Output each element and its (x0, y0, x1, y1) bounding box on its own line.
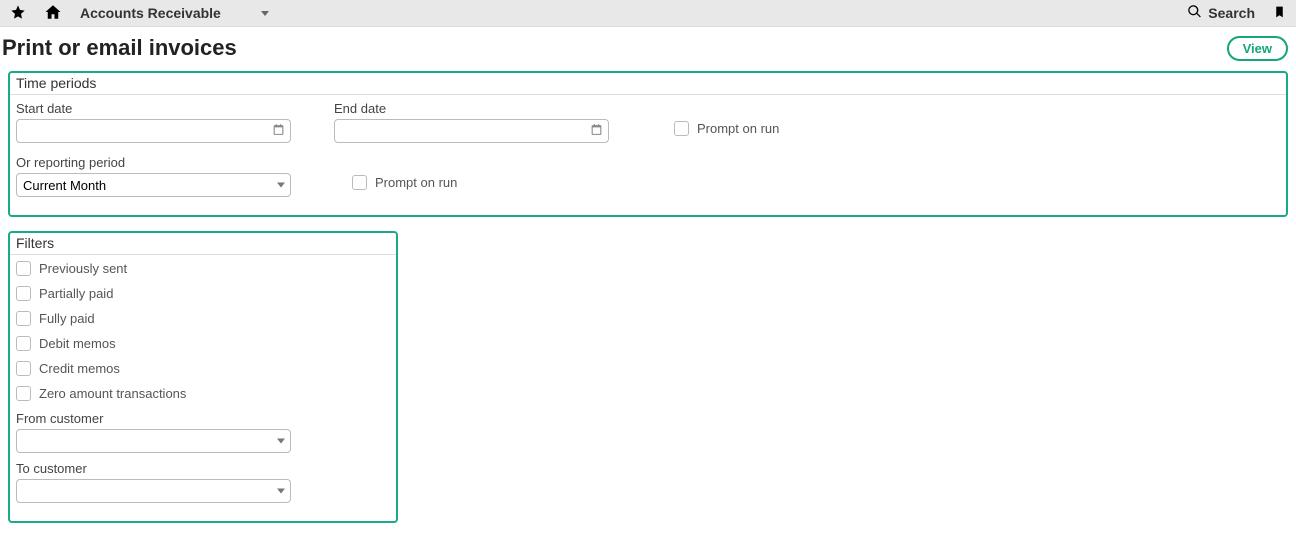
prompt-on-run-2: Prompt on run (352, 175, 457, 190)
page-header: Print or email invoices View (0, 27, 1296, 69)
filter-partially-paid-checkbox[interactable] (16, 286, 31, 301)
module-dropdown[interactable]: Accounts Receivable (80, 5, 269, 21)
bookmark-icon[interactable] (1273, 4, 1286, 23)
start-date-field: Start date (16, 101, 296, 143)
chevron-down-icon (261, 11, 269, 16)
module-label: Accounts Receivable (80, 5, 221, 21)
time-periods-panel: Time periods Start date End date (8, 71, 1288, 217)
to-customer-field: To customer (16, 461, 296, 503)
filter-label: Debit memos (39, 336, 116, 351)
filter-debit-memos-checkbox[interactable] (16, 336, 31, 351)
filters-panel: Filters Previously sent Partially paid F… (8, 231, 398, 523)
filter-label: Credit memos (39, 361, 120, 376)
from-customer-select[interactable] (16, 429, 291, 453)
view-button[interactable]: View (1227, 36, 1288, 61)
filter-previously-sent: Previously sent (16, 261, 390, 276)
to-customer-select[interactable] (16, 479, 291, 503)
star-icon[interactable] (10, 4, 26, 23)
page-title: Print or email invoices (2, 35, 237, 61)
time-periods-title: Time periods (10, 73, 1286, 95)
topbar-left: Accounts Receivable (10, 3, 269, 24)
filter-fully-paid: Fully paid (16, 311, 390, 326)
search-button[interactable]: Search (1187, 4, 1255, 22)
start-date-label: Start date (16, 101, 296, 116)
filter-partially-paid: Partially paid (16, 286, 390, 301)
filter-previously-sent-checkbox[interactable] (16, 261, 31, 276)
prompt-on-run-2-checkbox[interactable] (352, 175, 367, 190)
search-label: Search (1208, 5, 1255, 21)
prompt-on-run-1: Prompt on run (674, 121, 779, 136)
reporting-period-select[interactable] (16, 173, 291, 197)
filter-credit-memos: Credit memos (16, 361, 390, 376)
end-date-field: End date (334, 101, 614, 143)
home-icon[interactable] (44, 3, 62, 24)
end-date-label: End date (334, 101, 614, 116)
prompt-on-run-2-label: Prompt on run (375, 175, 457, 190)
to-customer-label: To customer (16, 461, 296, 476)
filter-label: Fully paid (39, 311, 95, 326)
start-date-input[interactable] (16, 119, 291, 143)
end-date-input[interactable] (334, 119, 609, 143)
filter-zero-amount: Zero amount transactions (16, 386, 390, 401)
filter-label: Partially paid (39, 286, 113, 301)
search-icon (1187, 4, 1202, 22)
from-customer-label: From customer (16, 411, 296, 426)
filter-label: Previously sent (39, 261, 127, 276)
reporting-period-label: Or reporting period (16, 155, 296, 170)
reporting-period-field: Or reporting period (16, 155, 296, 197)
filter-credit-memos-checkbox[interactable] (16, 361, 31, 376)
topbar-right: Search (1187, 4, 1286, 23)
filter-debit-memos: Debit memos (16, 336, 390, 351)
filters-title: Filters (10, 233, 396, 255)
prompt-on-run-1-checkbox[interactable] (674, 121, 689, 136)
topbar: Accounts Receivable Search (0, 0, 1296, 27)
filter-zero-amount-checkbox[interactable] (16, 386, 31, 401)
filter-label: Zero amount transactions (39, 386, 186, 401)
prompt-on-run-1-label: Prompt on run (697, 121, 779, 136)
from-customer-field: From customer (16, 411, 296, 453)
filter-fully-paid-checkbox[interactable] (16, 311, 31, 326)
